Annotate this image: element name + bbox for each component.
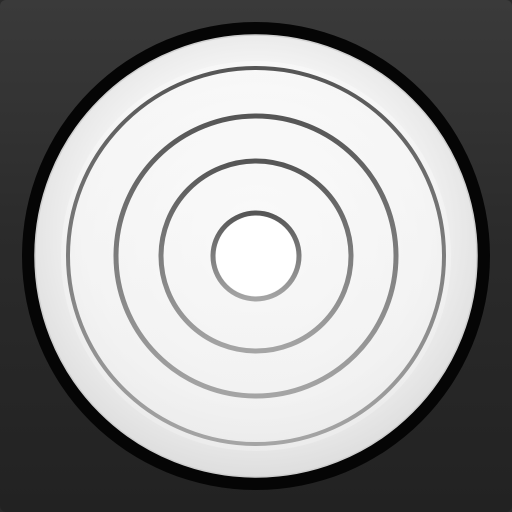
concentric-rings-icon	[22, 22, 490, 490]
app-icon[interactable]	[0, 0, 512, 512]
center-dot	[216, 216, 296, 296]
